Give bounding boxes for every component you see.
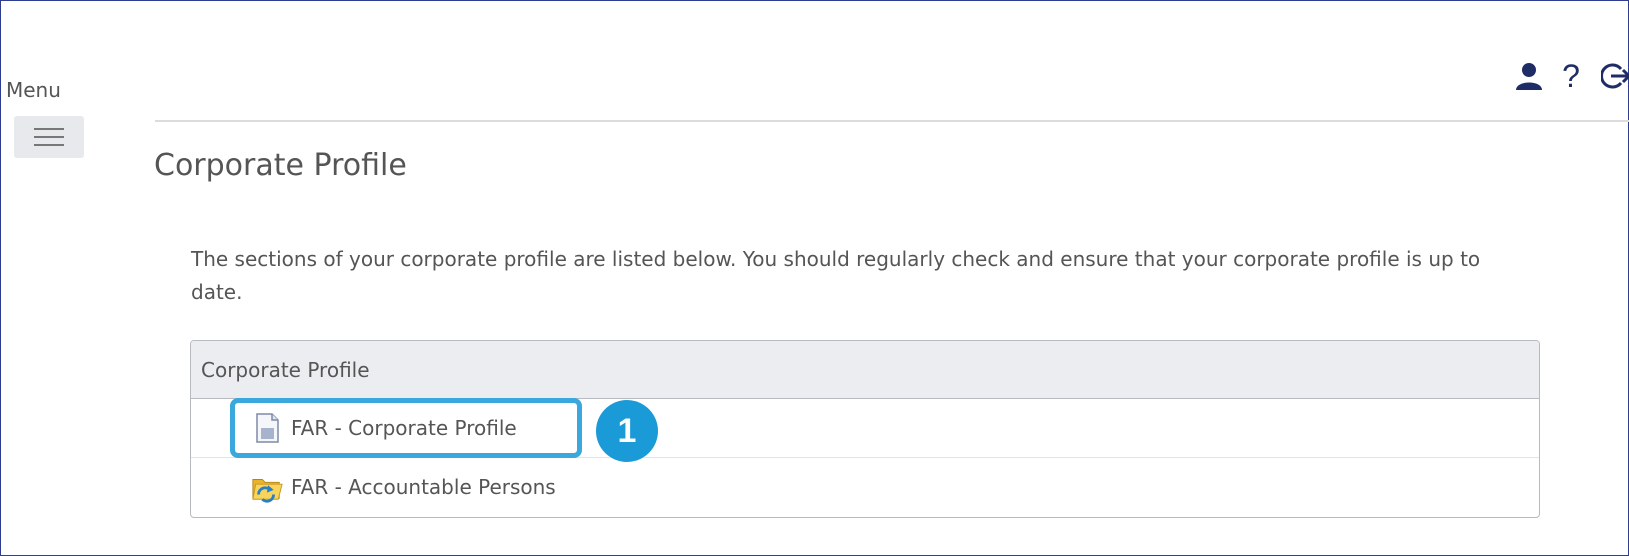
help-icon[interactable]: ? (1557, 58, 1585, 94)
list-item-far-corporate-profile[interactable]: FAR - Corporate Profile (191, 399, 1539, 458)
list-item-label: FAR - Corporate Profile (291, 416, 517, 440)
panel-header: Corporate Profile (191, 341, 1539, 399)
callout-badge: 1 (596, 400, 658, 462)
document-icon (251, 412, 283, 444)
folder-icon (251, 471, 283, 503)
user-icon[interactable] (1515, 58, 1543, 94)
header-divider (155, 120, 1629, 122)
menu-label: Menu (6, 78, 61, 102)
profile-sections-panel: Corporate Profile FAR - Corporate Profil… (190, 340, 1540, 518)
intro-text: The sections of your corporate profile a… (191, 247, 1481, 304)
hamburger-icon (34, 128, 64, 130)
menu-button[interactable] (14, 116, 84, 158)
list-item-far-accountable-persons[interactable]: FAR - Accountable Persons (191, 458, 1539, 516)
page-title: Corporate Profile (154, 148, 407, 183)
help-glyph: ? (1562, 57, 1580, 94)
logout-icon[interactable] (1601, 58, 1629, 94)
list-item-label: FAR - Accountable Persons (291, 475, 556, 499)
